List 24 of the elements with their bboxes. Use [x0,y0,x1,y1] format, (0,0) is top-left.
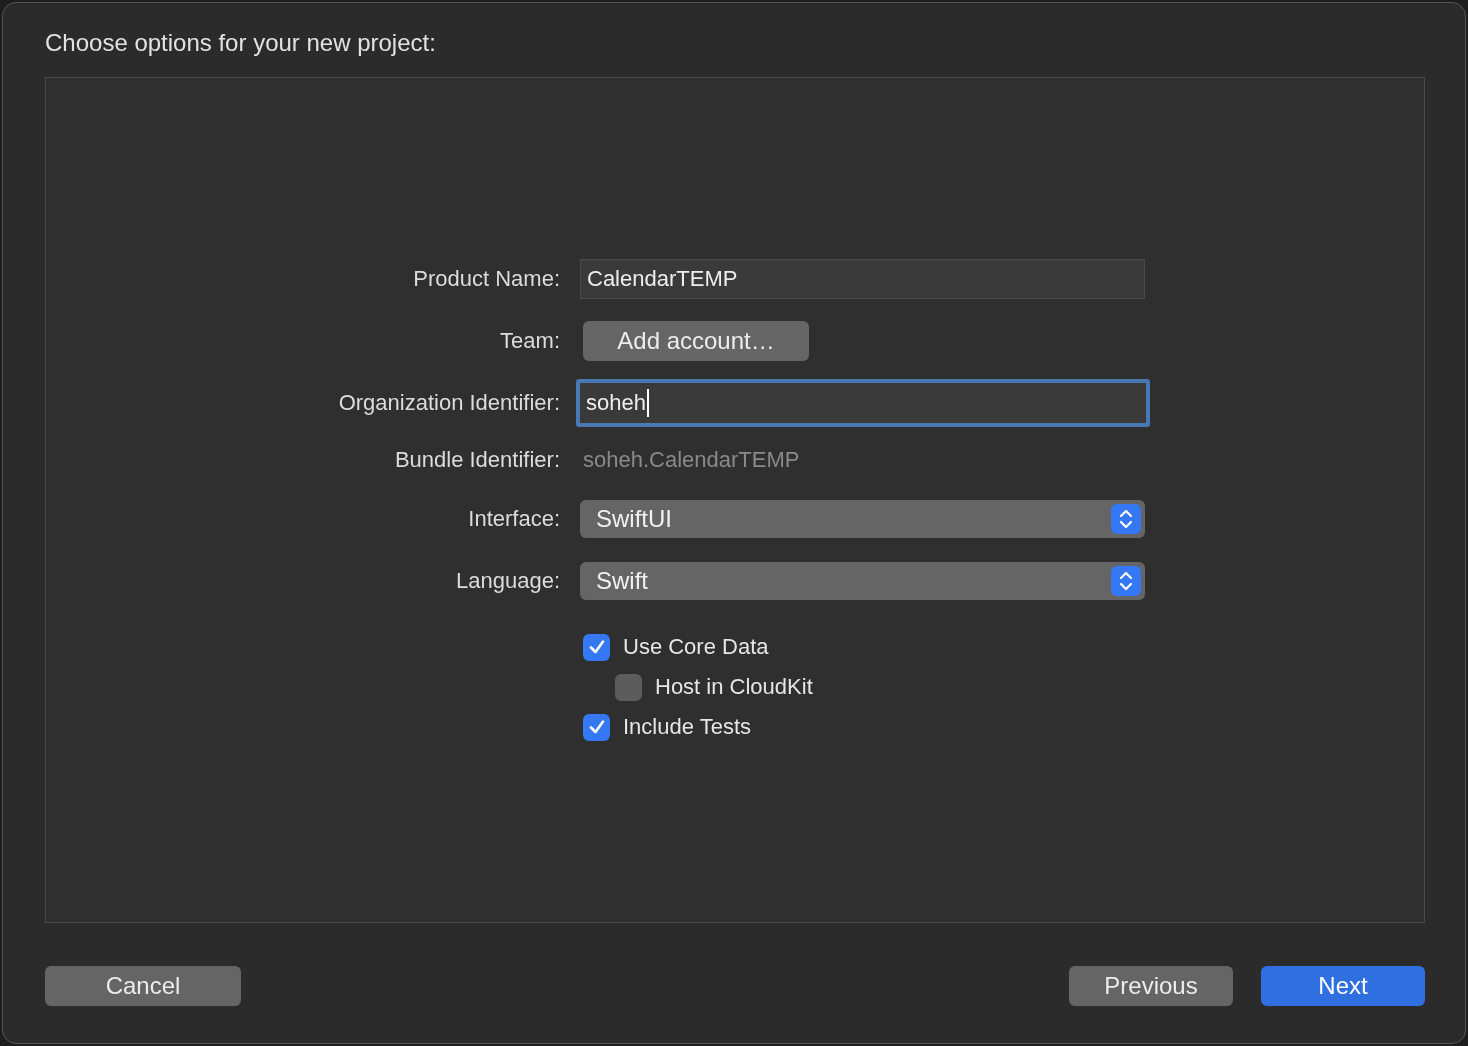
popup-button[interactable]: SwiftUI [580,500,1145,538]
field-label: Team: [499,328,560,354]
dialog-title: Choose options for your new project: [45,29,437,58]
checkbox[interactable] [583,713,610,741]
previous-button[interactable]: Previous [1069,966,1233,1006]
next-button[interactable]: Next [1261,966,1425,1006]
cancel-button[interactable]: Cancel [45,966,241,1006]
field-label: Bundle Identifier: [393,447,560,473]
field-label: Interface: [467,506,560,532]
field-label: Product Name: [412,266,560,292]
field-label: Language: [455,568,560,594]
stepper-icon [1111,566,1141,596]
checkbox-label: Host in CloudKit [655,674,813,700]
popup-button[interactable]: Swift [580,562,1145,600]
field-label: Organization Identifier: [337,390,560,416]
checkbox-label: Use Core Data [623,634,769,660]
bundle-identifier-value: soheh.CalendarTEMP [583,447,800,473]
add-account-button[interactable]: Add account… [583,321,809,361]
stepper-icon [1111,504,1141,534]
text-field[interactable]: CalendarTEMP [580,259,1145,299]
text-field[interactable]: soheh [576,379,1150,427]
checkbox[interactable] [583,633,610,661]
checkbox-label: Include Tests [623,714,751,740]
checkbox[interactable] [615,673,642,701]
